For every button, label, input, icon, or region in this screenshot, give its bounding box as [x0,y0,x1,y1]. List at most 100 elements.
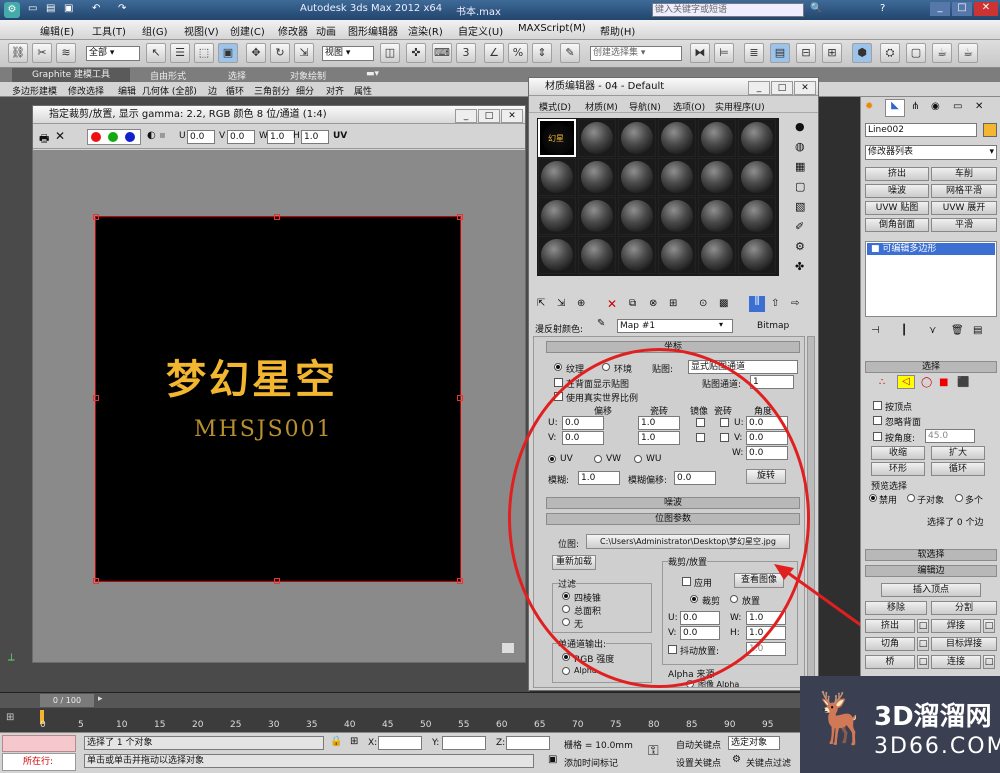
ribbon-properties[interactable]: 属性 [354,84,372,97]
ref-coord-dropdown[interactable]: 视图 ▾ [322,46,374,61]
alpha-toggle-icon[interactable]: ◐ [147,130,156,141]
weld-button[interactable]: 焊接 [931,619,981,633]
crop-scroll-handle[interactable] [501,642,515,654]
crop-h-value[interactable]: 1.0 [301,130,329,144]
modify-tab-icon[interactable]: ◣ [885,99,905,117]
maxscript-line[interactable]: 所在行: [2,753,76,771]
mod-smooth-button[interactable]: 平滑 [931,218,997,232]
connect-button[interactable]: 连接 [931,655,981,669]
configure-sets-icon[interactable]: ▤ [973,325,982,336]
search-icon[interactable]: 🔍 [810,3,822,14]
ribbon-tab-graphite[interactable]: Graphite 建模工具 [12,68,130,82]
mat-minimize-button[interactable]: _ [748,81,770,95]
material-slot[interactable] [738,119,776,157]
print-icon[interactable]: 🖶 [39,130,49,149]
spinner-snap-icon[interactable]: ⇕ [532,43,552,63]
named-selection-dropdown[interactable]: 创建选择集 ▾ [590,46,682,61]
map-type-button[interactable]: Bitmap [757,321,789,331]
z-coord-field[interactable] [506,736,550,750]
remove-button[interactable]: 移除 [865,601,927,615]
maxscript-listener[interactable] [2,735,76,752]
ribbon-modify-selection[interactable]: 修改选择 [68,84,104,97]
crop-maximize-button[interactable]: □ [478,109,500,123]
search-input[interactable]: 键入关键字或短语 [652,3,804,17]
transform-mode-icon[interactable]: ⊞ [350,736,358,747]
material-slot[interactable] [538,158,576,196]
ribbon-geometry-all[interactable]: 几何体 (全部) [142,84,197,97]
shrink-button[interactable]: 收缩 [871,446,925,460]
mat-menu-options[interactable]: 选项(O) [673,100,705,113]
insert-vertex-button[interactable]: 插入顶点 [881,583,981,597]
sample-type-icon[interactable]: ● [795,120,805,133]
schematic-view-icon[interactable]: ⊞ [822,43,842,63]
material-slot-active[interactable]: 幻星 [538,119,576,157]
undo-icon[interactable]: ↶ [92,3,100,14]
vertex-mode-icon[interactable]: ∴ [879,377,885,388]
edit-edges-rollout-header[interactable]: 编辑边 [865,565,997,577]
make-unique-cmd-icon[interactable]: ⋎ [929,325,936,336]
layer-manager-icon[interactable]: ≣ [744,43,764,63]
ribbon-tab-selection[interactable]: 选择 [228,69,246,82]
green-channel-icon[interactable] [108,132,118,142]
angle-snap-icon[interactable]: ∠ [484,43,504,63]
crop-handle-br[interactable] [457,578,463,584]
preview-multi-radio[interactable] [955,494,963,502]
ribbon-subdivision[interactable]: 细分 [296,84,314,97]
add-time-tag-icon[interactable]: ▣ [548,754,557,765]
mod-lathe-button[interactable]: 车削 [931,167,997,181]
display-tab-icon[interactable]: ▭ [953,101,962,112]
graphite-toggle-icon[interactable]: ▤ [770,43,790,63]
material-slot[interactable] [578,236,616,274]
menu-maxscript[interactable]: MAXScript(M) [518,23,586,34]
key-selected-dropdown[interactable]: 选定对象 [728,736,780,750]
material-slot[interactable] [658,197,696,235]
video-color-check-icon[interactable]: ▧ [795,200,805,213]
material-slot[interactable] [698,119,736,157]
crop-minimize-button[interactable]: _ [455,109,477,123]
mat-maximize-button[interactable]: □ [771,81,793,95]
material-slot[interactable] [538,236,576,274]
menu-graph-editors[interactable]: 图形编辑器 [348,23,398,38]
utilities-tab-icon[interactable]: ✕ [975,101,983,112]
blue-channel-icon[interactable] [125,132,135,142]
crop-handle-tr[interactable] [457,214,463,220]
lock-icon[interactable]: 🔒 [330,736,342,747]
material-slot[interactable] [698,158,736,196]
preview-subobj-radio[interactable] [907,494,915,502]
keyboard-shortcut-icon[interactable]: ⌨ [432,43,452,63]
create-tab-icon[interactable]: ✹ [865,101,873,112]
make-unique-icon[interactable]: ⊗ [649,298,657,309]
map-name-dropdown-icon[interactable]: ▾ [719,320,723,329]
time-slider-thumb[interactable]: 0 / 100 [40,694,94,707]
material-slot[interactable] [738,158,776,196]
render-iterative-icon[interactable]: ☕ [958,43,978,63]
polygon-mode-icon[interactable]: ■ [939,377,948,388]
edge-mode-icon[interactable]: ◁ [897,375,915,389]
material-slot[interactable] [618,197,656,235]
options-icon[interactable]: ⚙ [795,240,805,253]
key-filters-button[interactable]: 关键点过滤 [746,756,791,769]
window-crossing-icon[interactable]: ▣ [218,43,238,63]
auto-key-button[interactable]: 自动关键点 [676,738,721,751]
ribbon-options-icon[interactable]: ▬▾ [366,69,379,79]
bind-space-warp-icon[interactable]: ≋ [56,43,76,63]
reset-map-icon[interactable]: ✕ [607,297,617,311]
ribbon-loops[interactable]: 循环 [226,84,244,97]
material-slot[interactable] [618,119,656,157]
material-slot[interactable] [738,236,776,274]
key-filters-icon[interactable]: ⚙ [732,754,741,765]
ribbon-tab-object-paint[interactable]: 对象绘制 [290,69,326,82]
preview-off-radio[interactable] [869,494,877,502]
menu-modifiers[interactable]: 修改器 [278,23,308,38]
rect-selection-icon[interactable]: ⬚ [194,43,214,63]
crop-handle-right[interactable] [457,395,463,401]
go-parent-icon[interactable]: ⇧ [771,298,779,309]
menu-edit[interactable]: 编辑(E) [40,23,74,38]
menu-rendering[interactable]: 渲染(R) [408,23,443,38]
ignore-back-checkbox[interactable] [873,416,882,425]
time-next-icon[interactable]: ▸ [98,694,103,704]
redo-icon[interactable]: ↷ [118,3,126,14]
minimize-button[interactable]: _ [930,2,950,16]
material-slot[interactable] [618,158,656,196]
mod-bevel-profile-button[interactable]: 倒角剖面 [865,218,929,232]
